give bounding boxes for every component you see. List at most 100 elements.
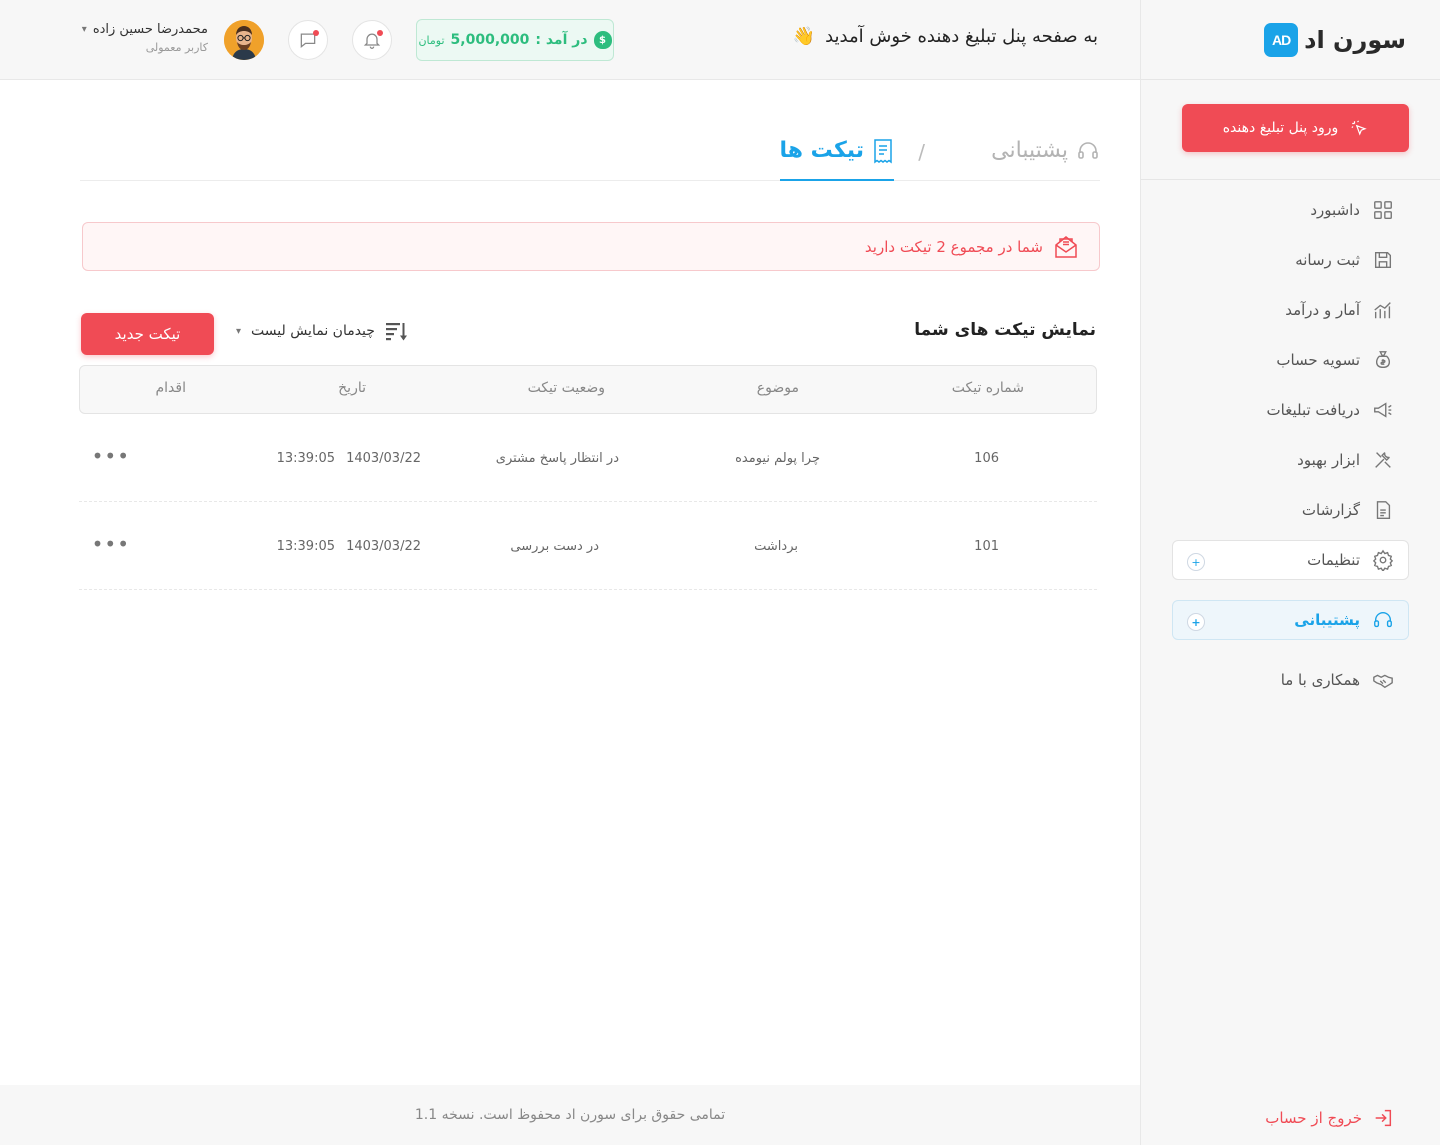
advertiser-panel-login-button[interactable]: ورود پنل تبلیغ دهنده	[1182, 104, 1409, 152]
sort-icon	[385, 323, 407, 341]
breadcrumb-tickets-label: تیکت ها	[779, 138, 865, 163]
sidebar-item-stats-income[interactable]: آمار و درآمد	[1172, 290, 1409, 330]
sort-label: چیدمان نمایش لیست	[251, 323, 375, 339]
breadcrumb-support-label: پشتیبانی	[991, 138, 1068, 163]
save-icon	[1372, 249, 1394, 271]
row-actions-menu-icon[interactable]: •••	[92, 444, 130, 468]
column-date: تاریخ	[338, 380, 366, 396]
alert-text: شما در مجموع 2 تیکت دارید	[864, 237, 1043, 256]
breadcrumb-separator: /	[918, 140, 925, 164]
megaphone-icon	[1372, 399, 1394, 421]
sidebar-item-settlement[interactable]: تسویه حساب	[1172, 340, 1409, 380]
logout-icon	[1375, 1109, 1392, 1127]
tickets-count-alert: شما در مجموع 2 تیکت دارید	[82, 222, 1100, 271]
ticket-id: 106	[974, 451, 999, 466]
message-dot	[313, 30, 319, 36]
sidebar-item-reports[interactable]: گزارشات	[1172, 490, 1409, 530]
breadcrumb-tickets[interactable]: تیکت ها	[779, 138, 894, 181]
sidebar-item-label: دریافت تبلیغات	[1266, 401, 1360, 419]
login-section: ورود پنل تبلیغ دهنده	[1141, 80, 1440, 180]
advertiser-panel-login-label: ورود پنل تبلیغ دهنده	[1222, 120, 1339, 136]
table-header: شماره تیکت موضوع وضعیت تیکت تاریخ اقدام	[79, 365, 1097, 414]
sidebar-item-label: پشتیبانی	[1294, 611, 1360, 629]
ticket-time: 13:39:05	[276, 539, 335, 554]
list-sort-dropdown[interactable]: چیدمان نمایش لیست ▾	[236, 320, 407, 342]
sidebar-item-receive-ads[interactable]: دریافت تبلیغات	[1172, 390, 1409, 430]
sidebar-item-dashboard[interactable]: داشبورد	[1172, 190, 1409, 230]
sidebar-item-improvement-tools[interactable]: ابزار بهبود	[1172, 440, 1409, 480]
sidebar-item-register-media[interactable]: ثبت رسانه	[1172, 240, 1409, 280]
tools-icon	[1372, 449, 1394, 471]
ticket-id: 101	[974, 539, 999, 554]
money-bag-icon: $	[593, 31, 612, 49]
grid-icon	[1372, 199, 1394, 221]
chart-icon	[1372, 299, 1394, 321]
breadcrumb: پشتیبانی / تیکت ها	[80, 138, 1100, 181]
sidebar-item-cooperate[interactable]: همکاری با ما	[1172, 660, 1409, 700]
sidebar-header: AD سورن اد	[1141, 0, 1440, 80]
column-status: وضعیت تیکت	[527, 380, 605, 396]
column-ticket-number: شماره تیکت	[951, 380, 1024, 396]
row-actions-menu-icon[interactable]: •••	[92, 532, 130, 556]
income-unit: تومان	[418, 33, 445, 47]
receipt-icon	[874, 139, 892, 164]
breadcrumb-support[interactable]: پشتیبانی	[991, 138, 1100, 163]
user-role: کاربر معمولی	[145, 41, 208, 54]
sidebar-item-label: آمار و درآمد	[1285, 301, 1360, 319]
table-row[interactable]: 106 چرا پولم نیومده در انتظار پاسخ مشتری…	[79, 414, 1097, 502]
user-name-row: محمدرضا حسین زاده ▾	[80, 22, 208, 37]
sidebar: AD سورن اد ورود پنل تبلیغ دهنده داشبورد …	[1140, 0, 1440, 1145]
logo-mark: AD	[1264, 22, 1299, 57]
sidebar-item-label: ثبت رسانه	[1295, 251, 1360, 269]
user-menu[interactable]: محمدرضا حسین زاده ▾ کاربر معمولی	[80, 22, 208, 54]
avatar[interactable]	[224, 20, 264, 60]
column-subject: موضوع	[756, 380, 799, 396]
ticket-date: 1403/03/22	[346, 539, 421, 554]
footer-copyright: تمامی حقوق برای سورن اد محفوظ است. نسخه …	[414, 1107, 726, 1123]
expand-settings-icon[interactable]: +	[1187, 553, 1205, 571]
top-bar: به صفحه پنل تبلیغ دهنده خوش آمدید 👋 $ در…	[0, 0, 1140, 80]
handshake-icon	[1372, 669, 1394, 691]
sidebar-item-label: داشبورد	[1310, 201, 1360, 219]
report-icon	[1372, 499, 1394, 521]
sidebar-menu: داشبورد ثبت رسانه آمار و درآمد تسویه حسا…	[1141, 180, 1440, 700]
income-badge: $ در آمد : 5,000,000 تومان	[416, 19, 614, 61]
ticket-date: 1403/03/22	[346, 451, 421, 466]
sidebar-item-label: گزارشات	[1301, 501, 1360, 519]
chevron-down-icon: ▾	[236, 325, 242, 337]
table-row[interactable]: 101 برداشت در دست بررسی 1403/03/22 13:39…	[79, 502, 1097, 590]
ticket-subject: چرا پولم نیومده	[735, 451, 820, 466]
income-value: 5,000,000	[450, 32, 530, 48]
messages-button[interactable]	[288, 20, 328, 60]
expand-support-icon[interactable]: +	[1187, 613, 1205, 631]
ticket-subject: برداشت	[754, 539, 798, 554]
sidebar-item-label: ابزار بهبود	[1297, 451, 1360, 469]
notification-dot	[377, 30, 383, 36]
sidebar-item-label: تسویه حساب	[1276, 351, 1360, 369]
money-bag-icon	[1372, 349, 1394, 371]
footer: تمامی حقوق برای سورن اد محفوظ است. نسخه …	[0, 1085, 1140, 1145]
welcome-message: به صفحه پنل تبلیغ دهنده خوش آمدید 👋	[793, 26, 1098, 47]
cursor-click-icon	[1351, 120, 1367, 136]
ticket-status: در انتظار پاسخ مشتری	[495, 451, 619, 466]
chevron-down-icon: ▾	[81, 24, 87, 35]
notifications-button[interactable]	[352, 20, 392, 60]
tickets-list-title: نمایش تیکت های شما	[914, 320, 1096, 340]
main-content: پشتیبانی / تیکت ها شما در مجموع 2 تیکت د…	[0, 80, 1140, 1085]
sidebar-item-label: همکاری با ما	[1280, 671, 1360, 689]
wave-emoji-icon: 👋	[792, 26, 816, 47]
new-ticket-button[interactable]: تیکت جدید	[81, 313, 214, 355]
sidebar-item-support[interactable]: پشتیبانی +	[1172, 600, 1409, 640]
sidebar-item-settings[interactable]: تنظیمات +	[1172, 540, 1409, 580]
gear-icon	[1372, 549, 1394, 571]
column-action: اقدام	[155, 380, 187, 396]
income-label: در آمد :	[535, 32, 588, 48]
ticket-status: در دست بررسی	[510, 539, 599, 554]
logout-link[interactable]: خروج از حساب	[1265, 1107, 1394, 1129]
sidebar-item-label: تنظیمات	[1307, 551, 1360, 569]
logo[interactable]: AD سورن اد	[1264, 22, 1406, 57]
welcome-text: به صفحه پنل تبلیغ دهنده خوش آمدید	[825, 26, 1098, 47]
headset-icon	[1078, 141, 1098, 159]
headset-icon	[1372, 609, 1394, 631]
logout-label: خروج از حساب	[1265, 1109, 1362, 1127]
